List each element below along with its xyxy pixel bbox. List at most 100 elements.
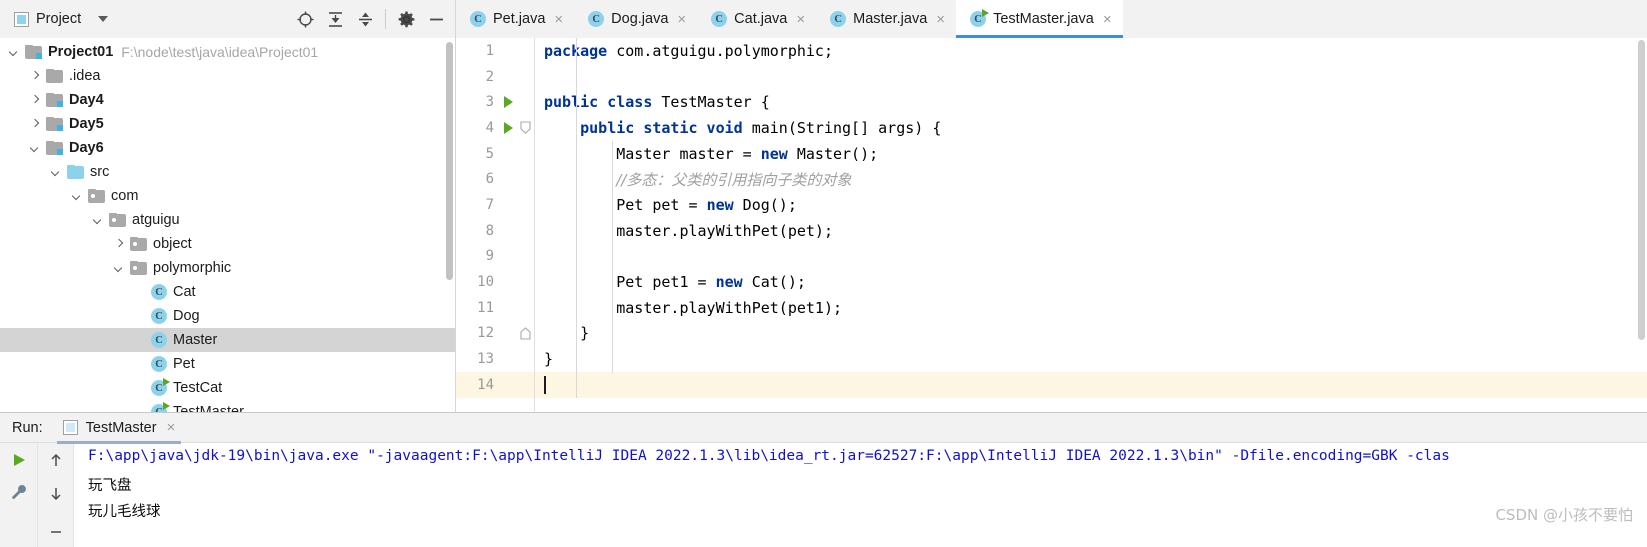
code-line[interactable]: public static void main(String[] args) {	[534, 115, 1647, 141]
gutter-row[interactable]: 14	[456, 371, 534, 398]
editor-tab-master[interactable]: C Master.java ×	[816, 0, 956, 38]
code-line[interactable]: package com.atguigu.polymorphic;	[534, 38, 1647, 64]
code-line[interactable]	[534, 244, 1647, 270]
gear-icon[interactable]	[391, 4, 421, 34]
code-line[interactable]: }	[534, 321, 1647, 347]
soft-wrap-button[interactable]	[45, 517, 67, 539]
package-folder-icon	[130, 261, 147, 275]
tree-node-day6[interactable]: Day6	[0, 136, 455, 160]
run-configuration-tab[interactable]: TestMaster ×	[56, 413, 182, 444]
chevron-right-icon[interactable]	[29, 94, 42, 107]
line-number: 6	[485, 171, 494, 188]
code-line[interactable]: }	[534, 346, 1647, 372]
code-text: }	[544, 350, 554, 369]
chevron-down-icon[interactable]	[92, 214, 105, 227]
settings-wrench-button[interactable]	[8, 481, 30, 503]
close-icon[interactable]: ×	[1103, 12, 1112, 27]
scroll-down-button[interactable]	[45, 483, 67, 505]
console-output[interactable]: F:\app\java\jdk-19\bin\java.exe "-javaag…	[74, 443, 1647, 547]
editor-tab-dog[interactable]: C Dog.java ×	[574, 0, 697, 38]
gutter-row[interactable]: 1	[456, 38, 534, 64]
tree-node-label: Day4	[69, 92, 104, 108]
chevron-down-icon[interactable]	[50, 166, 63, 179]
project-tool-window-button[interactable]: Project	[14, 11, 109, 27]
tree-node-src[interactable]: src	[0, 160, 455, 184]
code-fold-icon[interactable]	[516, 327, 534, 340]
gutter-row[interactable]: 4	[456, 115, 534, 141]
text-caret	[544, 375, 546, 394]
expand-all-icon[interactable]	[320, 4, 350, 34]
tree-node-com[interactable]: com	[0, 184, 455, 208]
chevron-down-icon[interactable]	[71, 190, 84, 203]
run-gutter-icon[interactable]	[500, 96, 516, 108]
tree-node-day4[interactable]: Day4	[0, 88, 455, 112]
locate-icon[interactable]	[290, 4, 320, 34]
gutter-row[interactable]: 7	[456, 192, 534, 218]
editor-tab-testmaster[interactable]: C TestMaster.java ×	[956, 0, 1123, 38]
chevron-down-icon[interactable]	[29, 142, 42, 155]
editor-scrollbar[interactable]	[1638, 40, 1645, 340]
code-line[interactable]: public class TestMaster {	[534, 89, 1647, 115]
gutter-row[interactable]: 12	[456, 321, 534, 347]
tree-node-dog[interactable]: C Dog	[0, 304, 455, 328]
gutter-row[interactable]: 11	[456, 295, 534, 321]
editor-gutter[interactable]: 1 2 3 4 5 6 7 8 9 10 11 12 13 14	[456, 38, 534, 412]
tree-node--idea[interactable]: .idea	[0, 64, 455, 88]
gutter-row[interactable]: 3	[456, 89, 534, 115]
rerun-button[interactable]	[8, 449, 30, 471]
gutter-row[interactable]: 6	[456, 166, 534, 192]
code-line[interactable]: Pet pet1 = new Cat();	[534, 269, 1647, 295]
code-line[interactable]: master.playWithPet(pet);	[534, 218, 1647, 244]
chevron-right-icon[interactable]	[113, 238, 126, 251]
code-line[interactable]: master.playWithPet(pet1);	[534, 295, 1647, 321]
line-number: 14	[477, 376, 494, 393]
chevron-down-icon[interactable]	[98, 16, 109, 22]
tree-node-cat[interactable]: C Cat	[0, 280, 455, 304]
scroll-up-button[interactable]	[45, 449, 67, 471]
java-class-icon: C	[830, 11, 847, 27]
editor-tab-cat[interactable]: C Cat.java ×	[697, 0, 816, 38]
gutter-row[interactable]: 5	[456, 141, 534, 167]
gutter-row[interactable]: 8	[456, 218, 534, 244]
gutter-row[interactable]: 9	[456, 244, 534, 270]
chevron-right-icon[interactable]	[29, 118, 42, 131]
tree-node-atguigu[interactable]: atguigu	[0, 208, 455, 232]
code-line[interactable]: //多态：父类的引用指向子类的对象	[534, 166, 1647, 192]
editor-tab-pet[interactable]: C Pet.java ×	[456, 0, 574, 38]
close-icon[interactable]: ×	[554, 12, 563, 27]
code-line[interactable]	[534, 371, 1647, 398]
project-tree-scrollbar[interactable]	[446, 42, 453, 280]
close-icon[interactable]: ×	[936, 12, 945, 27]
close-icon[interactable]: ×	[677, 12, 686, 27]
gutter-row[interactable]: 2	[456, 64, 534, 90]
chevron-right-icon[interactable]	[29, 70, 42, 83]
editor-code-area[interactable]: package com.atguigu.polymorphic; public …	[534, 38, 1647, 412]
tree-node-object[interactable]: object	[0, 232, 455, 256]
tree-node-project01[interactable]: Project01 F:\node\test\java\idea\Project0…	[0, 40, 455, 64]
tree-node-day5[interactable]: Day5	[0, 112, 455, 136]
gutter-row[interactable]: 10	[456, 269, 534, 295]
module-folder-icon	[46, 117, 63, 131]
tree-node-polymorphic[interactable]: polymorphic	[0, 256, 455, 280]
code-line[interactable]: Pet pet = new Dog();	[534, 192, 1647, 218]
code-editor[interactable]: 1234567891011121314 package com.atguigu.…	[456, 38, 1647, 412]
close-icon[interactable]: ×	[167, 420, 176, 435]
module-badge	[36, 53, 42, 59]
tree-node-pet[interactable]: C Pet	[0, 352, 455, 376]
chevron-down-icon[interactable]	[113, 262, 126, 275]
close-icon[interactable]: ×	[796, 12, 805, 27]
tree-node-master[interactable]: C Master	[0, 328, 455, 352]
tree-node-testmaster[interactable]: C TestMaster	[0, 400, 455, 412]
run-gutter-icon[interactable]	[500, 122, 516, 134]
chevron-down-icon[interactable]	[8, 46, 21, 59]
code-line[interactable]	[534, 64, 1647, 90]
collapse-all-icon[interactable]	[350, 4, 380, 34]
tree-node-testcat[interactable]: C TestCat	[0, 376, 455, 400]
code-line[interactable]: Master master = new Master();	[534, 141, 1647, 167]
project-tree[interactable]: Project01 F:\node\test\java\idea\Project0…	[0, 38, 456, 412]
code-fold-icon[interactable]	[516, 121, 534, 135]
code-text: }	[544, 324, 590, 343]
hide-window-icon[interactable]	[421, 4, 451, 34]
editor-tab-label: TestMaster.java	[993, 11, 1094, 27]
gutter-row[interactable]: 13	[456, 346, 534, 372]
